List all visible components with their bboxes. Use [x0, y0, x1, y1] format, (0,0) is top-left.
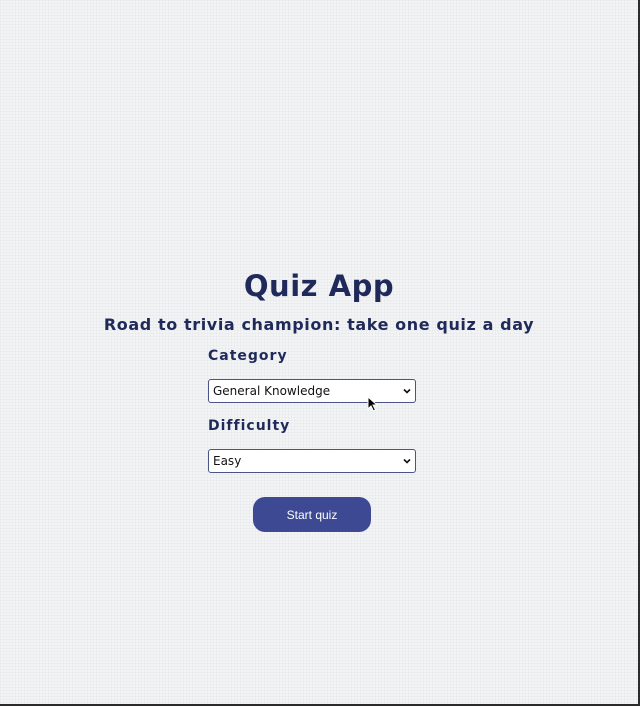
start-quiz-button[interactable]: Start quiz [253, 497, 371, 532]
page-title: Quiz App [243, 269, 395, 303]
category-select[interactable]: General Knowledge [208, 379, 416, 403]
page-subtitle: Road to trivia champion: take one quiz a… [103, 315, 535, 334]
category-selected-value: General Knowledge [213, 384, 331, 398]
chevron-down-icon [403, 388, 411, 394]
difficulty-select[interactable]: Easy [208, 449, 416, 473]
quiz-settings-form: Category General Knowledge Difficulty Ea… [208, 346, 418, 473]
difficulty-selected-value: Easy [213, 454, 242, 468]
chevron-down-icon [403, 458, 411, 464]
category-label: Category [208, 348, 288, 364]
app-header: Quiz App Road to trivia champion: take o… [0, 262, 638, 336]
mouse-cursor-icon [367, 396, 379, 412]
difficulty-label: Difficulty [208, 418, 291, 434]
